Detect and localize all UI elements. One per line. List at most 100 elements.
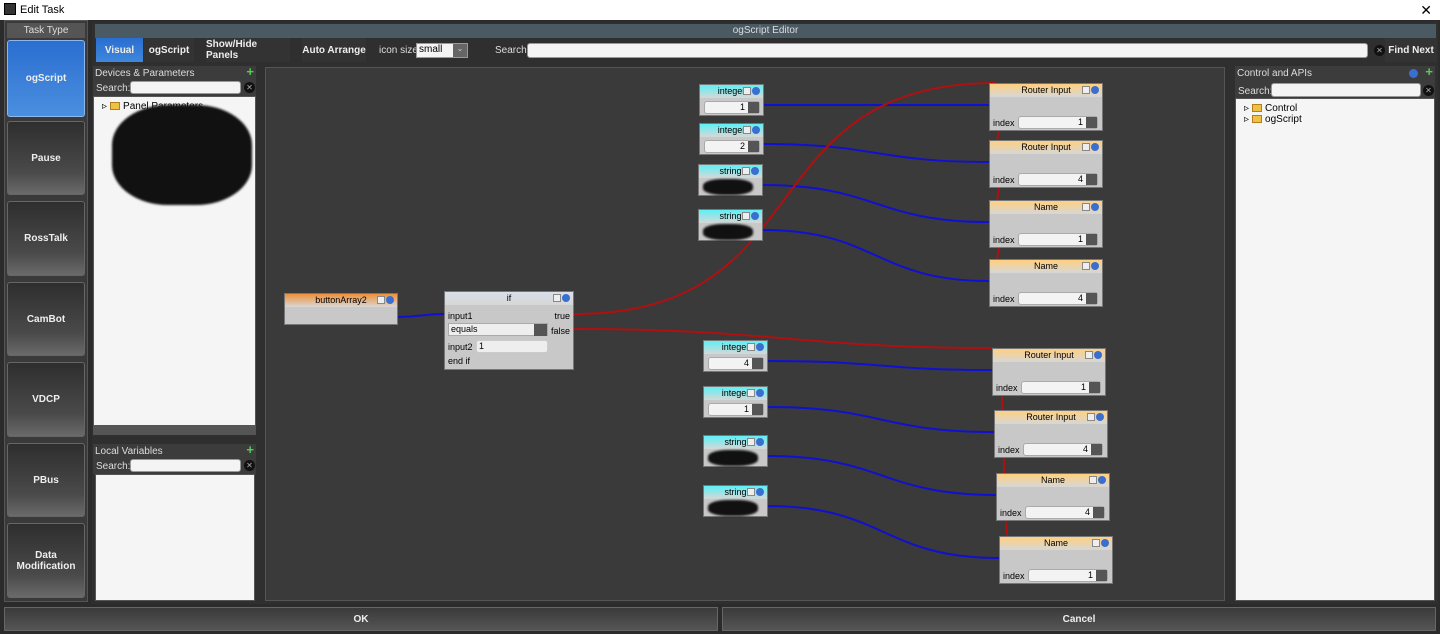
edit-icon[interactable] [747, 343, 755, 351]
edit-help-icons[interactable] [553, 294, 571, 303]
devices-search-input[interactable] [130, 81, 241, 94]
edit-help-icons[interactable] [1085, 351, 1103, 360]
task-ogscript-button[interactable]: ogScript [7, 40, 85, 117]
close-icon[interactable]: ✕ [1420, 2, 1432, 19]
spinner-arrows-icon[interactable] [1091, 444, 1102, 455]
help-icon[interactable] [756, 488, 764, 496]
edit-help-icons[interactable] [1082, 143, 1100, 152]
help-icon[interactable] [1101, 539, 1109, 547]
index-spinner[interactable]: 1 [1021, 381, 1101, 394]
horizontal-scrollbar[interactable] [93, 426, 256, 435]
edit-help-icons[interactable] [747, 343, 765, 352]
value-node[interactable]: string [698, 209, 763, 241]
edit-icon[interactable] [742, 167, 750, 175]
index-spinner[interactable]: 4 [1023, 443, 1103, 456]
spinner-arrows-icon[interactable] [1086, 117, 1097, 128]
edit-help-icons[interactable] [747, 488, 765, 497]
edit-icon[interactable] [743, 126, 751, 134]
spinner-arrows-icon[interactable] [1086, 293, 1097, 304]
clear-search-icon[interactable]: ✕ [1423, 85, 1434, 96]
value-node[interactable]: integer 4 [703, 340, 768, 372]
target-node[interactable]: Router Input index 1 [989, 83, 1103, 131]
spinner-arrows-icon[interactable] [1093, 507, 1104, 518]
edit-icon[interactable] [1082, 262, 1090, 270]
edit-icon[interactable] [743, 87, 751, 95]
value-spinner[interactable]: 2 [704, 140, 760, 153]
task-vdcp-button[interactable]: VDCP [7, 362, 85, 437]
if-node[interactable]: if input1 equals input2 1 end if true false [444, 291, 574, 370]
visual-canvas[interactable]: buttonArray2 if input1 equals input2 1 end if t… [265, 67, 1225, 601]
search-input[interactable] [527, 43, 1368, 58]
tree-item-control[interactable]: ▹ Control [1244, 103, 1434, 114]
help-icon[interactable] [751, 167, 759, 175]
tree-item-ogscript[interactable]: ▹ ogScript [1244, 114, 1434, 125]
edit-help-icons[interactable] [743, 126, 761, 135]
value-node[interactable]: string [703, 485, 768, 517]
clear-search-icon[interactable]: ✕ [244, 460, 255, 471]
edit-icon[interactable] [742, 212, 750, 220]
task-cambot-button[interactable]: CamBot [7, 282, 85, 356]
help-icon[interactable] [1096, 413, 1104, 421]
add-icon[interactable]: + [246, 64, 254, 79]
edit-help-icons[interactable] [742, 167, 760, 176]
task-pause-button[interactable]: Pause [7, 121, 85, 195]
edit-help-icons[interactable] [1092, 539, 1110, 548]
value-spinner[interactable]: 1 [708, 403, 764, 416]
help-icon[interactable] [756, 343, 764, 351]
help-icon[interactable] [1409, 69, 1418, 78]
value-node[interactable]: integer 1 [703, 386, 768, 418]
target-node[interactable]: Router Input index 1 [992, 348, 1106, 396]
edit-icon[interactable] [747, 488, 755, 496]
target-node[interactable]: Name index 4 [996, 473, 1110, 521]
edit-help-icons[interactable] [743, 87, 761, 96]
edit-help-icons[interactable] [377, 296, 395, 305]
target-node[interactable]: Router Input index 4 [994, 410, 1108, 458]
spinner-arrows-icon[interactable] [752, 404, 763, 415]
edit-icon[interactable] [747, 438, 755, 446]
value-node[interactable]: string [703, 435, 768, 467]
spinner-arrows-icon[interactable] [1086, 174, 1097, 185]
edit-icon[interactable] [1082, 86, 1090, 94]
locals-search-input[interactable] [130, 459, 241, 472]
help-icon[interactable] [1091, 143, 1099, 151]
icon-size-select[interactable]: small ⌄ [416, 43, 468, 58]
edit-help-icons[interactable] [742, 212, 760, 221]
index-spinner[interactable]: 4 [1018, 173, 1098, 186]
edit-icon[interactable] [553, 294, 561, 302]
tab-visual[interactable]: Visual [96, 38, 143, 62]
help-icon[interactable] [386, 296, 394, 304]
button-array-node[interactable]: buttonArray2 [284, 293, 398, 325]
edit-help-icons[interactable] [1087, 413, 1105, 422]
edit-help-icons[interactable] [747, 438, 765, 447]
help-icon[interactable] [1091, 86, 1099, 94]
task-rosstalk-button[interactable]: RossTalk [7, 201, 85, 276]
clear-search-icon[interactable]: ✕ [244, 82, 255, 93]
spinner-arrows-icon[interactable] [752, 358, 763, 369]
help-icon[interactable] [1094, 351, 1102, 359]
index-spinner[interactable]: 1 [1018, 233, 1098, 246]
help-icon[interactable] [752, 126, 760, 134]
value-spinner[interactable]: 4 [708, 357, 764, 370]
value-node[interactable]: integer 1 [699, 84, 764, 116]
index-spinner[interactable]: 1 [1028, 569, 1108, 582]
edit-icon[interactable] [1089, 476, 1097, 484]
edit-icon[interactable] [1085, 351, 1093, 359]
index-spinner[interactable]: 1 [1018, 116, 1098, 129]
edit-icon[interactable] [377, 296, 385, 304]
spinner-arrows-icon[interactable] [1096, 570, 1107, 581]
help-icon[interactable] [751, 212, 759, 220]
index-spinner[interactable]: 4 [1025, 506, 1105, 519]
cancel-button[interactable]: Cancel [722, 607, 1436, 631]
help-icon[interactable] [752, 87, 760, 95]
edit-help-icons[interactable] [1082, 203, 1100, 212]
operator-select[interactable]: equals [448, 323, 548, 336]
edit-icon[interactable] [747, 389, 755, 397]
task-data-modification-button[interactable]: Data Modification [7, 523, 85, 598]
help-icon[interactable] [1098, 476, 1106, 484]
value-node[interactable]: integer 2 [699, 123, 764, 155]
spinner-arrows-icon[interactable] [1089, 382, 1100, 393]
clear-search-icon[interactable]: ✕ [1374, 45, 1385, 56]
edit-help-icons[interactable] [1089, 476, 1107, 485]
value-spinner[interactable]: 1 [704, 101, 760, 114]
find-next-button[interactable]: Find Next [1385, 38, 1437, 62]
